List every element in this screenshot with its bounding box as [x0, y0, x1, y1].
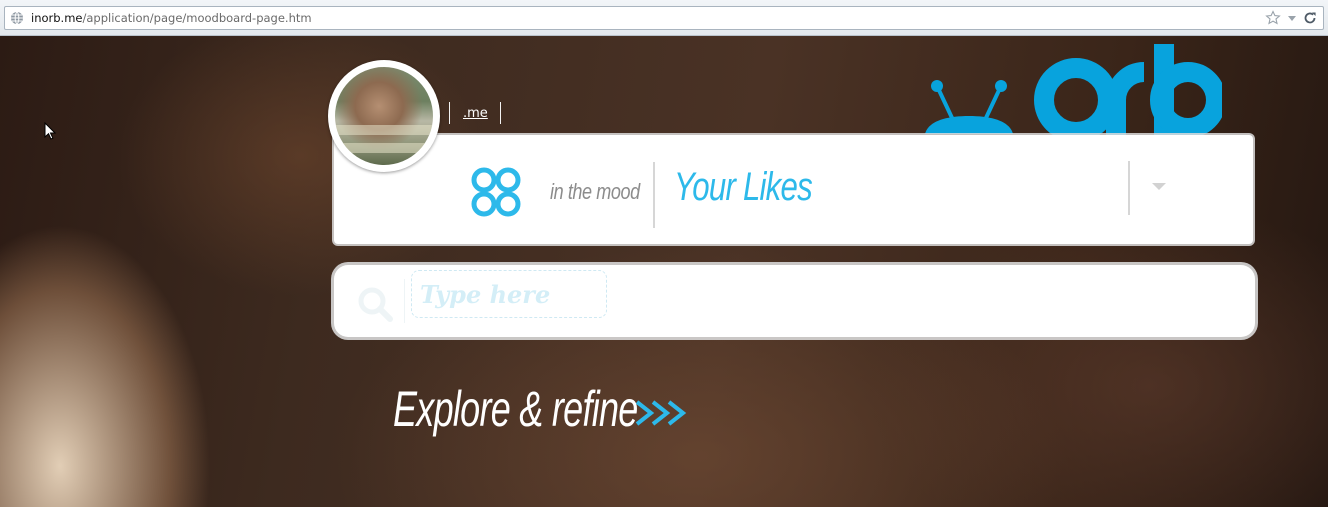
dropdown-arrow-icon[interactable]: [1287, 10, 1297, 26]
explore-label: Explore & refine: [393, 381, 638, 437]
globe-icon: [11, 11, 23, 25]
search-separator: [404, 279, 405, 323]
mouse-cursor-icon: [44, 122, 56, 140]
nav-divider: [500, 102, 501, 124]
avatar[interactable]: [328, 60, 440, 172]
url-text: inorb.me/application/page/moodboard-page…: [31, 11, 312, 25]
search-input[interactable]: [411, 270, 607, 318]
profile-link[interactable]: .me: [463, 106, 488, 121]
mood-icon: [471, 167, 521, 217]
url-path: /application/page/moodboard-page.htm: [82, 11, 312, 25]
dropdown-divider: [1128, 161, 1130, 215]
mood-selected-value[interactable]: Your Likes: [674, 165, 813, 210]
search-bar: [334, 265, 1255, 337]
mood-selector: in the mood Your Likes: [334, 135, 1253, 244]
caret-down-icon[interactable]: [1144, 171, 1174, 201]
url-field[interactable]: inorb.me/application/page/moodboard-page…: [4, 6, 1324, 30]
star-icon[interactable]: [1265, 10, 1281, 26]
search-icon[interactable]: [356, 285, 394, 323]
avatar-photo: [335, 67, 433, 165]
url-actions: [1265, 10, 1317, 26]
orb-logo: [922, 42, 1222, 142]
nav-divider: [449, 102, 450, 124]
reload-icon[interactable]: [1303, 10, 1317, 26]
mood-divider: [653, 162, 655, 228]
url-domain: inorb.me: [31, 11, 83, 25]
browser-address-bar: inorb.me/application/page/moodboard-page…: [0, 0, 1328, 36]
chevrons-right-icon: [635, 400, 687, 426]
page: inorb.me/application/page/moodboard-page…: [0, 0, 1328, 507]
mood-prefix-label: in the mood: [550, 179, 640, 204]
explore-refine-button[interactable]: Explore & refine: [393, 380, 689, 438]
